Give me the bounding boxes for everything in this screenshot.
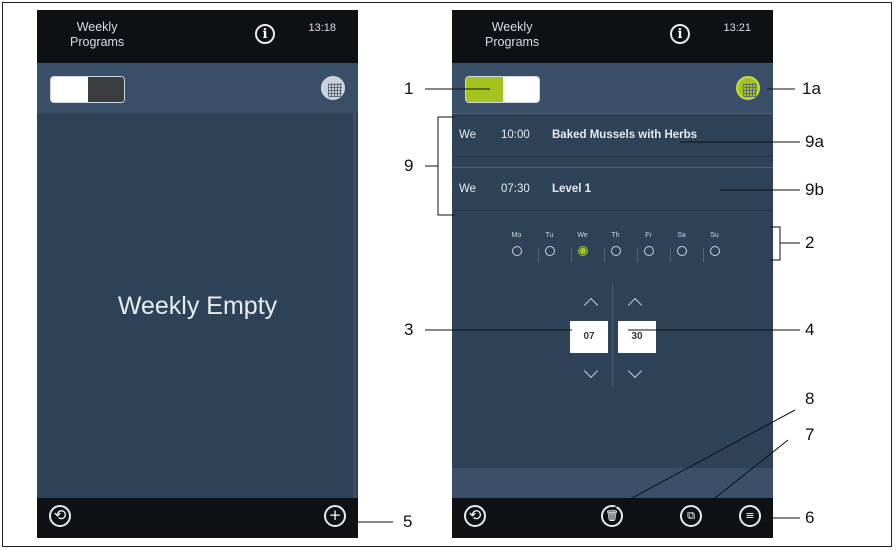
callout-5: 5 <box>403 512 413 531</box>
callout-8: 8 <box>805 389 815 408</box>
callout-9: 9 <box>404 156 414 175</box>
callout-4: 4 <box>805 320 815 339</box>
callout-lines <box>355 88 800 523</box>
callout-9a: 9a <box>805 132 824 151</box>
callout-7: 7 <box>805 425 815 444</box>
callout-2: 2 <box>805 233 815 252</box>
callout-6: 6 <box>805 508 815 527</box>
callout-9b: 9b <box>805 180 824 199</box>
callout-1a: 1a <box>802 79 821 98</box>
callout-3: 3 <box>404 320 414 339</box>
callout-1: 1 <box>404 79 414 98</box>
